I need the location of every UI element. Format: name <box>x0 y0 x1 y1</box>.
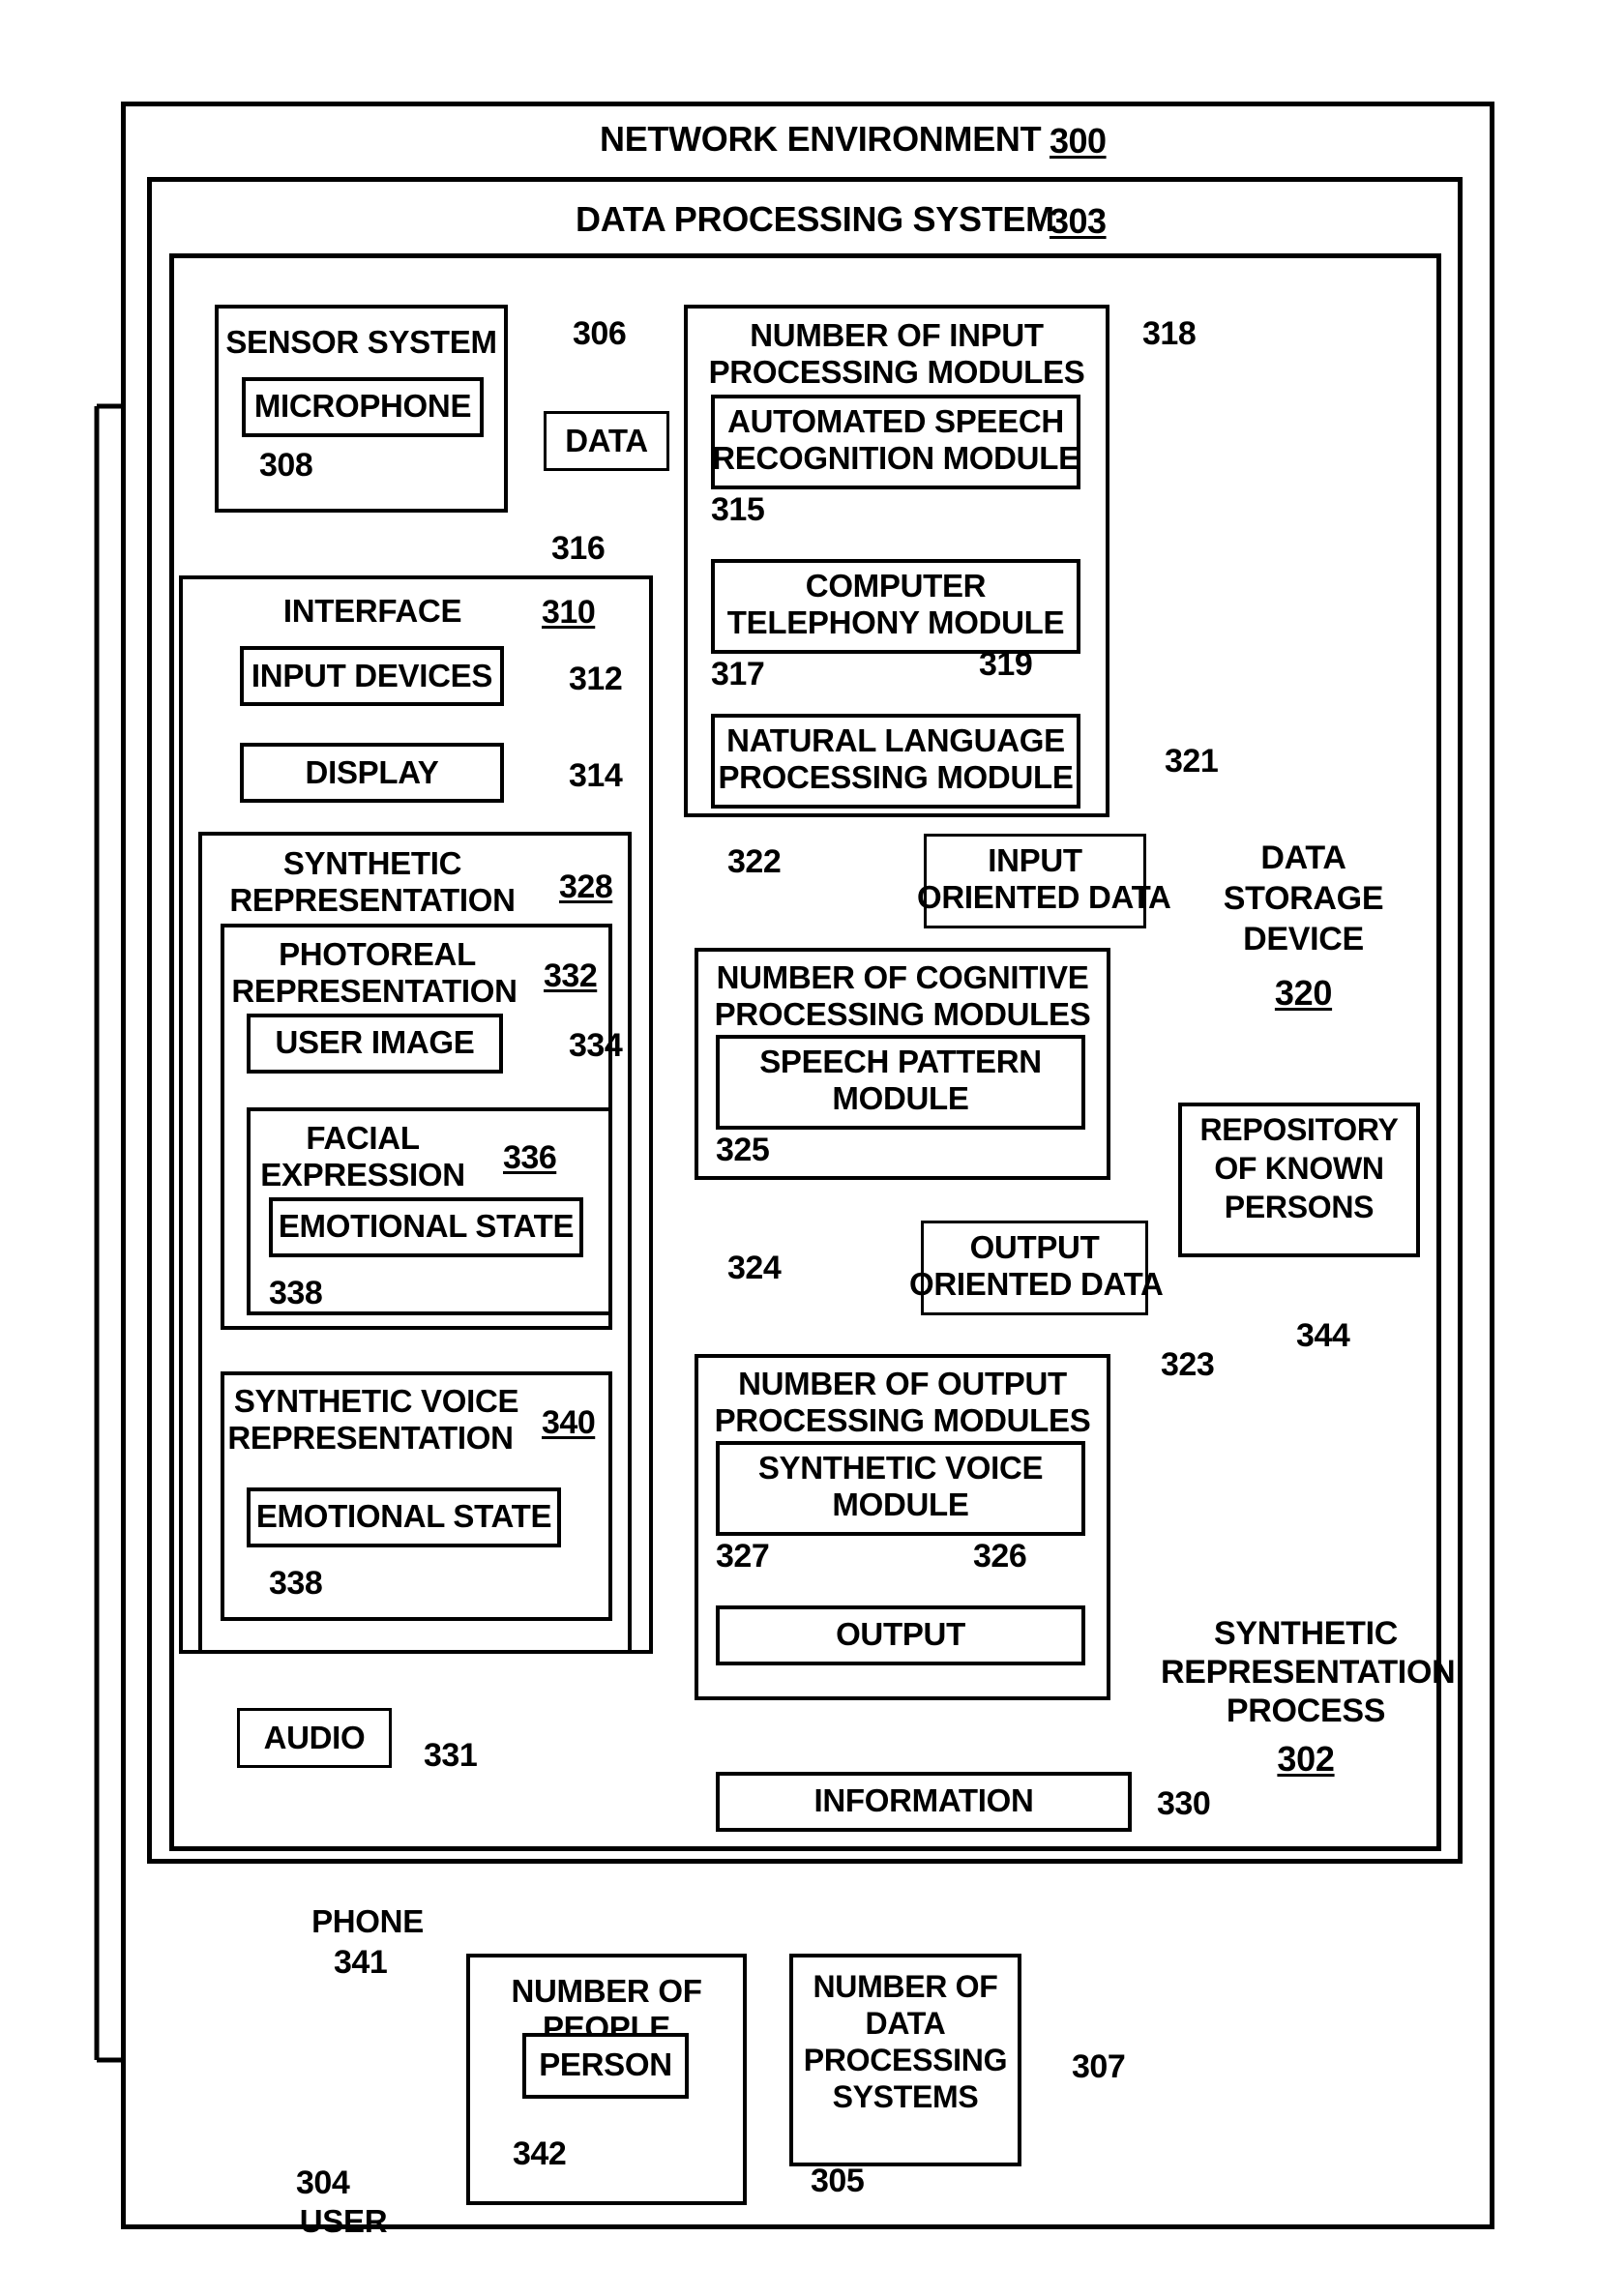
sensor-system-ref: 306 <box>573 315 627 352</box>
information-ref: 330 <box>1157 1785 1211 1822</box>
interface-label: INTERFACE <box>282 593 462 629</box>
data-ref: 316 <box>551 530 606 567</box>
synthetic-representation-line1: SYNTHETIC <box>282 845 462 881</box>
automated-speech-recognition-line1: AUTOMATED SPEECH <box>727 403 1064 439</box>
input-oriented-data-line2: ORIENTED DATA <box>917 879 1171 915</box>
facial-expression-line1: FACIAL <box>306 1120 420 1156</box>
patent-figure-300: NETWORK ENVIRONMENT 300 DATA PROCESSING … <box>0 0 1597 2296</box>
facial-expression-ref: 336 <box>503 1139 557 1176</box>
speech-pattern-module-ref: 325 <box>716 1132 770 1168</box>
ndps-line2: DATA <box>865 2006 946 2041</box>
synthetic-voice-module-line1: SYNTHETIC VOICE <box>757 1450 1044 1486</box>
data-storage-device-line3: DEVICE <box>1243 921 1364 957</box>
ndps-line1: NUMBER OF <box>813 1969 998 2004</box>
audio-label: AUDIO <box>263 1720 366 1755</box>
data-label: DATA <box>565 423 648 458</box>
photoreal-representation-line2: REPRESENTATION <box>231 973 518 1009</box>
input-oriented-data-ref: 321 <box>1165 743 1219 780</box>
synthetic-voice-module-ref: 327 <box>716 1538 770 1575</box>
emotional-state-facial-label: EMOTIONAL STATE <box>278 1208 575 1244</box>
emotional-state-voice-label: EMOTIONAL STATE <box>255 1498 552 1534</box>
output-processing-modules-ref: 324 <box>727 1250 782 1286</box>
repository-line3: PERSONS <box>1224 1190 1375 1224</box>
speech-pattern-module-line1: SPEECH PATTERN <box>759 1044 1042 1079</box>
repository-ref: 344 <box>1296 1317 1350 1354</box>
user-label: USER <box>299 2203 388 2239</box>
natural-language-processing-ref: 319 <box>979 646 1033 683</box>
process-label-line1: SYNTHETIC <box>1214 1615 1398 1652</box>
repository-line1: REPOSITORY <box>1199 1112 1399 1147</box>
process-label-ref: 302 <box>1277 1739 1335 1779</box>
input-oriented-data-line1: INPUT <box>988 842 1082 878</box>
output-processing-modules-line1: NUMBER OF OUTPUT <box>738 1366 1067 1401</box>
display-ref: 314 <box>569 757 623 794</box>
output-oriented-data-ref: 323 <box>1161 1346 1215 1383</box>
computer-telephony-ref: 317 <box>711 656 765 692</box>
natural-language-processing-line2: PROCESSING MODULE <box>718 759 1074 795</box>
computer-telephony-line1: COMPUTER <box>805 568 987 603</box>
synthetic-representation-ref: 328 <box>559 868 613 905</box>
output-ref: 326 <box>973 1538 1027 1575</box>
photoreal-representation-ref: 332 <box>544 957 598 994</box>
cognitive-processing-modules-line1: NUMBER OF COGNITIVE <box>716 959 1089 995</box>
sensor-system-label: SENSOR SYSTEM <box>225 324 497 360</box>
information-label: INFORMATION <box>813 1782 1034 1818</box>
input-processing-modules-line1: NUMBER OF INPUT <box>750 317 1044 353</box>
audio-ref: 331 <box>424 1737 478 1774</box>
emotional-state-voice-ref: 338 <box>269 1565 323 1602</box>
data-storage-device-line1: DATA <box>1260 839 1346 876</box>
data-processing-system-title: DATA PROCESSING SYSTEM <box>576 199 1054 239</box>
emotional-state-facial-ref: 338 <box>269 1275 323 1311</box>
computer-telephony-line2: TELEPHONY MODULE <box>726 604 1065 640</box>
ndps-ref: 307 <box>1072 2048 1126 2085</box>
facial-expression-line2: EXPRESSION <box>260 1157 465 1192</box>
synthetic-voice-representation-ref: 340 <box>542 1404 596 1441</box>
synthetic-voice-module-line2: MODULE <box>832 1487 969 1522</box>
number-of-people-line1: NUMBER OF <box>511 1973 702 2009</box>
data-processing-system-ref: 303 <box>1050 201 1107 241</box>
input-processing-modules-ref: 318 <box>1142 315 1197 352</box>
synthetic-representation-line2: REPRESENTATION <box>229 882 516 918</box>
cognitive-processing-modules-line2: PROCESSING MODULES <box>714 996 1091 1032</box>
phone-ref: 341 <box>334 1944 388 1981</box>
output-oriented-data-line2: ORIENTED DATA <box>909 1266 1164 1302</box>
automated-speech-recognition-line2: RECOGNITION MODULE <box>712 440 1079 476</box>
output-oriented-data-line1: OUTPUT <box>969 1229 1100 1265</box>
microphone-label: MICROPHONE <box>253 388 472 424</box>
output-label: OUTPUT <box>836 1616 965 1652</box>
person-ref: 342 <box>513 2135 567 2172</box>
user-ref: 304 <box>296 2164 350 2201</box>
synthetic-voice-representation-line2: REPRESENTATION <box>227 1420 514 1456</box>
network-environment-title: NETWORK ENVIRONMENT <box>600 119 1042 159</box>
network-environment-ref: 300 <box>1050 121 1107 161</box>
data-storage-device-ref: 320 <box>1274 973 1333 1013</box>
interface-ref: 310 <box>542 594 596 631</box>
natural-language-processing-line1: NATURAL LANGUAGE <box>726 722 1065 758</box>
number-of-people-ref: 305 <box>811 2163 865 2199</box>
user-image-ref: 334 <box>569 1027 623 1064</box>
input-devices-ref: 312 <box>569 661 623 697</box>
display-label: DISPLAY <box>305 754 439 790</box>
phone-label: PHONE <box>311 1903 424 1939</box>
speech-pattern-module-line2: MODULE <box>832 1080 969 1116</box>
photoreal-representation-line1: PHOTOREAL <box>279 936 476 972</box>
input-processing-modules-line2: PROCESSING MODULES <box>708 354 1085 390</box>
input-devices-label: INPUT DEVICES <box>251 658 493 693</box>
data-storage-device-line2: STORAGE <box>1223 880 1384 917</box>
process-label-line2: REPRESENTATION <box>1161 1654 1456 1691</box>
cognitive-processing-modules-ref: 322 <box>727 843 782 880</box>
repository-line2: OF KNOWN <box>1214 1151 1384 1186</box>
ndps-line4: SYSTEMS <box>832 2079 979 2114</box>
ndps-line3: PROCESSING <box>803 2043 1008 2077</box>
output-processing-modules-line2: PROCESSING MODULES <box>714 1402 1091 1438</box>
microphone-ref: 308 <box>259 447 313 484</box>
synthetic-voice-representation-line1: SYNTHETIC VOICE <box>233 1383 519 1419</box>
person-label: PERSON <box>539 2046 672 2082</box>
user-image-label: USER IMAGE <box>275 1024 475 1060</box>
process-label-line3: PROCESS <box>1226 1693 1386 1729</box>
automated-speech-recognition-ref: 315 <box>711 491 765 528</box>
